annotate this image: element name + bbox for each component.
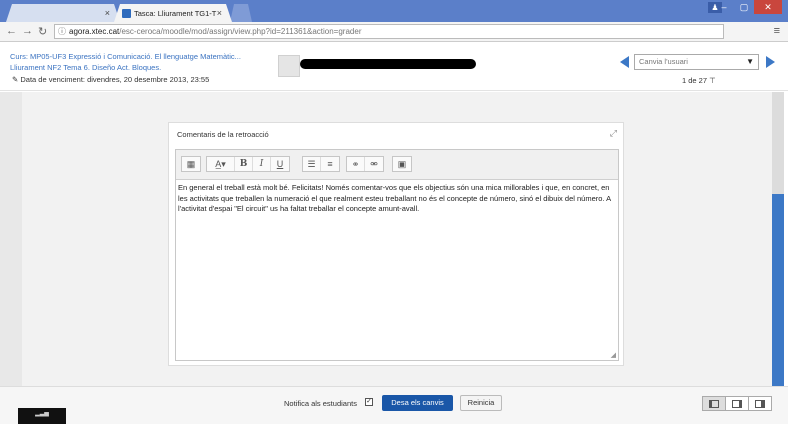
notify-students-label: Notifica als estudiants	[284, 399, 357, 408]
underline-icon[interactable]: U	[271, 157, 289, 171]
feedback-panel: Comentaris de la retroacció ⤢ ▦ A̲▾ B I …	[168, 122, 624, 366]
address-bar[interactable]: ⓘ agora.xtec.cat/esc-ceroca/moodle/mod/a…	[54, 24, 724, 39]
unlink-icon[interactable]: ⚮	[365, 157, 383, 171]
save-changes-button[interactable]: Desa els canvis	[382, 395, 453, 411]
browser-menu-icon[interactable]: ≡	[774, 25, 780, 37]
close-window-button[interactable]: ✕	[754, 0, 782, 14]
tab-close-icon[interactable]: ×	[105, 8, 110, 18]
forward-arrow-icon[interactable]: →	[22, 25, 33, 37]
browser-toolbar: ← → ↻ ⓘ agora.xtec.cat/esc-ceroca/moodle…	[0, 22, 788, 42]
taskbar-thumbnail: ▂▃▅	[18, 408, 66, 424]
filter-icon[interactable]: ⊤	[709, 76, 716, 85]
font-size-icon[interactable]: A̲▾	[207, 157, 235, 171]
browser-tab-inactive[interactable]: ×	[6, 4, 120, 22]
chevron-down-icon: ▼	[746, 57, 754, 66]
link-icon[interactable]: ⚭	[347, 157, 365, 171]
grader-header: Curs: MP05-UF3 Expressió i Comunicació. …	[0, 43, 788, 91]
layout-right-pane-button[interactable]	[748, 396, 772, 411]
change-user-select[interactable]: Canvia l'usuari ▼	[634, 54, 759, 70]
bold-icon[interactable]: B	[235, 157, 253, 171]
window-controls: – ▢ ✕	[714, 0, 782, 14]
toolbar-group: ▣	[392, 156, 412, 172]
moodle-favicon-icon	[122, 9, 131, 18]
tab-close-icon[interactable]: ×	[217, 8, 222, 18]
new-tab-button[interactable]	[230, 4, 252, 22]
due-date: ✎ Data de venciment: divendres, 20 desem…	[12, 75, 209, 84]
next-user-icon[interactable]	[766, 56, 775, 68]
grader-footer: Notifica als estudiants ✓ Desa els canvi…	[0, 386, 788, 424]
reload-icon[interactable]: ↻	[38, 25, 47, 38]
url-path: /esc-ceroca/moodle/mod/assign/view.php?i…	[119, 27, 362, 36]
layout-split-button[interactable]	[725, 396, 749, 411]
italic-icon[interactable]: I	[253, 157, 271, 171]
url-host: agora.xtec.cat	[69, 27, 120, 36]
browser-tab-active[interactable]: Tasca: Lliurament TG1-T ×	[114, 4, 232, 22]
notify-students-checkbox[interactable]: ✓	[365, 398, 373, 406]
page-info-icon[interactable]: ⓘ	[58, 25, 66, 38]
due-date-text: Data de venciment: divendres, 20 desembr…	[20, 75, 210, 84]
toolbar-group: A̲▾ B I U	[206, 156, 290, 172]
toolbar-group: ☰ ≡	[302, 156, 340, 172]
back-arrow-icon[interactable]: ←	[6, 25, 17, 37]
scrollbar-thumb[interactable]	[772, 194, 784, 386]
maximize-button[interactable]: ▢	[734, 0, 754, 14]
minimize-button[interactable]: –	[714, 0, 734, 14]
assignment-link[interactable]: Lliurament NF2 Tema 6. Diseño Act. Bloqu…	[10, 63, 161, 72]
tab-label: Tasca: Lliurament TG1-T	[134, 8, 217, 18]
course-link[interactable]: Curs: MP05-UF3 Expressió i Comunicació. …	[10, 52, 241, 61]
left-pane-edge	[0, 92, 22, 386]
redacted-student-name	[300, 59, 476, 69]
user-counter: 1 de 27 ⊤	[682, 76, 716, 85]
bullet-list-icon[interactable]: ☰	[303, 157, 321, 171]
feedback-title: Comentaris de la retroacció	[177, 130, 269, 139]
resize-handle-icon[interactable]: ◢	[611, 351, 616, 359]
expand-icon[interactable]: ⤢	[610, 128, 617, 139]
layout-switcher	[702, 396, 772, 411]
previous-user-icon[interactable]	[620, 56, 629, 68]
toolbar-group: ▦	[181, 156, 201, 172]
numbered-list-icon[interactable]: ≡	[321, 157, 339, 171]
reset-button[interactable]: Reinicia	[460, 395, 502, 411]
feedback-textarea[interactable]: En general el treball està molt bé. Feli…	[176, 180, 618, 360]
browser-tabstrip: × Tasca: Lliurament TG1-T × ♟ – ▢ ✕	[0, 0, 788, 22]
avatar	[278, 55, 300, 77]
user-counter-text: 1 de 27	[682, 76, 708, 85]
feedback-editor: ▦ A̲▾ B I U ☰ ≡ ⚭ ⚮ ▣ En general el treb…	[175, 149, 619, 361]
change-user-placeholder: Canvia l'usuari	[639, 57, 688, 66]
image-icon[interactable]: ▣	[393, 157, 411, 171]
table-icon[interactable]: ▦	[182, 157, 200, 171]
editor-toolbar: ▦ A̲▾ B I U ☰ ≡ ⚭ ⚮ ▣	[176, 150, 618, 180]
layout-left-pane-button[interactable]	[702, 396, 726, 411]
toolbar-group: ⚭ ⚮	[346, 156, 384, 172]
